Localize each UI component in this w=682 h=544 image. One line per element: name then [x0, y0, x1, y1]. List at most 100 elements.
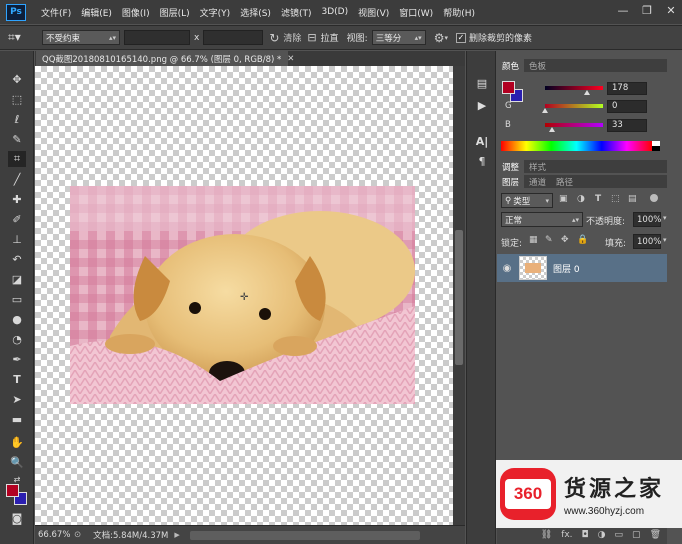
quick-mask-icon[interactable]: ◙	[8, 510, 26, 526]
straighten-icon[interactable]: ⊟	[307, 31, 316, 44]
menu-help[interactable]: 帮助(H)	[438, 6, 480, 19]
menu-layer[interactable]: 图层(L)	[155, 6, 195, 19]
status-info-icon[interactable]: ⊙	[74, 530, 81, 540]
menu-file[interactable]: 文件(F)	[36, 6, 76, 19]
eye-icon[interactable]: ◉	[497, 263, 517, 274]
blue-slider[interactable]	[545, 123, 603, 132]
zoom-tool-icon[interactable]: 🔍	[8, 454, 26, 470]
width-input[interactable]	[124, 30, 190, 45]
fx-icon[interactable]: fx.	[561, 530, 572, 540]
hand-tool-icon[interactable]: ✋	[8, 434, 26, 450]
healing-brush-tool-icon[interactable]: ✚	[8, 191, 26, 207]
status-menu-icon[interactable]: ▶	[174, 531, 179, 539]
lock-transparent-icon[interactable]: ▦	[529, 235, 538, 245]
red-slider[interactable]	[545, 86, 603, 95]
scrollbar-thumb[interactable]	[455, 230, 463, 365]
menu-edit[interactable]: 编辑(E)	[76, 6, 117, 19]
filter-pixel-icon[interactable]: ▣	[559, 194, 568, 204]
gear-icon[interactable]: ⚙	[434, 31, 445, 45]
green-slider[interactable]	[542, 104, 603, 113]
green-slider-thumb[interactable]	[542, 108, 548, 113]
rectangle-tool-icon[interactable]: ▬	[8, 411, 26, 427]
settings-chevron-icon[interactable]: ▾	[444, 34, 448, 42]
fill-chevron-icon[interactable]: ▾	[663, 236, 667, 244]
eraser-tool-icon[interactable]: ◪	[8, 271, 26, 287]
canvas[interactable]: ✛	[35, 66, 453, 525]
history-brush-tool-icon[interactable]: ↶	[8, 251, 26, 267]
crop-tool-preset-icon[interactable]: ⌗▾	[8, 30, 32, 45]
color-panel-fg-swatch[interactable]	[502, 81, 515, 94]
layer-row[interactable]: ◉ 图层 0	[497, 254, 667, 282]
menu-view[interactable]: 视图(V)	[353, 6, 394, 19]
menu-image[interactable]: 图像(I)	[117, 6, 155, 19]
clear-icon[interactable]: 清除	[283, 31, 301, 44]
filter-type-icon[interactable]: T	[595, 194, 601, 204]
new-group-icon[interactable]: ▭	[615, 530, 624, 540]
dodge-tool-icon[interactable]: ◔	[8, 331, 26, 347]
ratio-dropdown[interactable]: 不受约束 ▴▾	[42, 30, 120, 45]
menu-window[interactable]: 窗口(W)	[394, 6, 438, 19]
path-selection-tool-icon[interactable]: ➤	[8, 391, 26, 407]
menu-3d[interactable]: 3D(D)	[316, 7, 353, 17]
character-panel-icon[interactable]: A|	[474, 133, 490, 149]
filter-shape-icon[interactable]: ⬚	[611, 194, 620, 204]
menu-filter[interactable]: 滤镜(T)	[276, 6, 317, 19]
close-icon[interactable]: ✕	[664, 3, 678, 17]
crop-tool-icon[interactable]: ⌗	[8, 151, 26, 167]
history-panel-icon[interactable]: ▤	[474, 75, 490, 91]
restore-icon[interactable]: ❐	[640, 3, 654, 17]
horizontal-scrollbar[interactable]	[189, 530, 420, 540]
lock-all-icon[interactable]: 🔒	[577, 235, 588, 245]
menu-type[interactable]: 文字(Y)	[195, 6, 236, 19]
straighten-label[interactable]: 拉直	[321, 31, 339, 44]
color-spectrum-bar[interactable]	[501, 141, 652, 151]
opacity-input[interactable]: 100%	[633, 212, 661, 227]
new-layer-icon[interactable]: ▢	[632, 530, 641, 540]
tab-channels[interactable]: 通道	[524, 175, 551, 188]
marquee-tool-icon[interactable]: ⬚	[8, 91, 26, 107]
lasso-tool-icon[interactable]: ℓ	[8, 111, 26, 127]
gradient-tool-icon[interactable]: ▭	[8, 291, 26, 307]
lock-position-icon[interactable]: ✥	[561, 235, 569, 245]
layer-name[interactable]: 图层 0	[553, 262, 580, 275]
add-mask-icon[interactable]: ◘	[582, 530, 589, 540]
close-tab-icon[interactable]: ✕	[287, 54, 294, 64]
red-slider-thumb[interactable]	[584, 90, 590, 95]
blend-mode-dropdown[interactable]: 正常 ▴▾	[501, 212, 583, 227]
filter-adjustment-icon[interactable]: ◑	[577, 194, 585, 204]
foreground-color-swatch[interactable]	[6, 484, 19, 497]
link-layers-icon[interactable]: ⛓	[541, 530, 552, 540]
trash-icon[interactable]: 🗑	[650, 530, 661, 540]
red-value-input[interactable]: 178	[607, 81, 647, 95]
spectrum-black-white[interactable]	[652, 141, 660, 151]
fill-input[interactable]: 100%	[633, 234, 661, 249]
clone-stamp-tool-icon[interactable]: ⊥	[8, 231, 26, 247]
blur-tool-icon[interactable]: ●	[8, 311, 26, 327]
paragraph-panel-icon[interactable]: ¶	[474, 153, 490, 169]
tab-paths[interactable]: 路径	[551, 175, 578, 188]
type-tool-icon[interactable]: T	[8, 371, 26, 387]
menu-select[interactable]: 选择(S)	[235, 6, 276, 19]
zoom-level[interactable]: 66.67%	[38, 530, 72, 540]
green-value-input[interactable]: 0	[607, 99, 647, 113]
eyedropper-tool-icon[interactable]: ╱	[8, 171, 26, 187]
quick-select-tool-icon[interactable]: ✎	[8, 131, 26, 147]
document-tab[interactable]: QQ截图20180810165140.png @ 66.7% (图层 0, RG…	[36, 51, 294, 66]
tab-adjustments[interactable]: 调整	[497, 160, 525, 173]
rotate-icon[interactable]: ↻	[269, 31, 279, 45]
tab-color[interactable]: 颜色	[497, 59, 525, 72]
blue-slider-thumb[interactable]	[549, 127, 555, 132]
opacity-chevron-icon[interactable]: ▾	[663, 214, 667, 222]
filter-toggle-icon[interactable]	[650, 194, 658, 202]
height-input[interactable]	[203, 30, 264, 45]
delete-cropped-checkbox[interactable]: ✓	[455, 32, 466, 43]
layer-filter-dropdown[interactable]: ⚲ 类型 ▾	[501, 193, 553, 208]
actions-panel-icon[interactable]: ▶	[474, 97, 490, 113]
delete-cropped-label[interactable]: 删除裁剪的像素	[469, 31, 532, 44]
tab-styles[interactable]: 样式	[524, 160, 551, 173]
view-dropdown[interactable]: 三等分 ▴▾	[371, 30, 426, 45]
pen-tool-icon[interactable]: ✒	[8, 351, 26, 367]
lock-pixels-icon[interactable]: ✎	[545, 235, 553, 245]
adjustment-layer-icon[interactable]: ◑	[598, 530, 606, 540]
tab-layers[interactable]: 图层	[497, 175, 525, 188]
